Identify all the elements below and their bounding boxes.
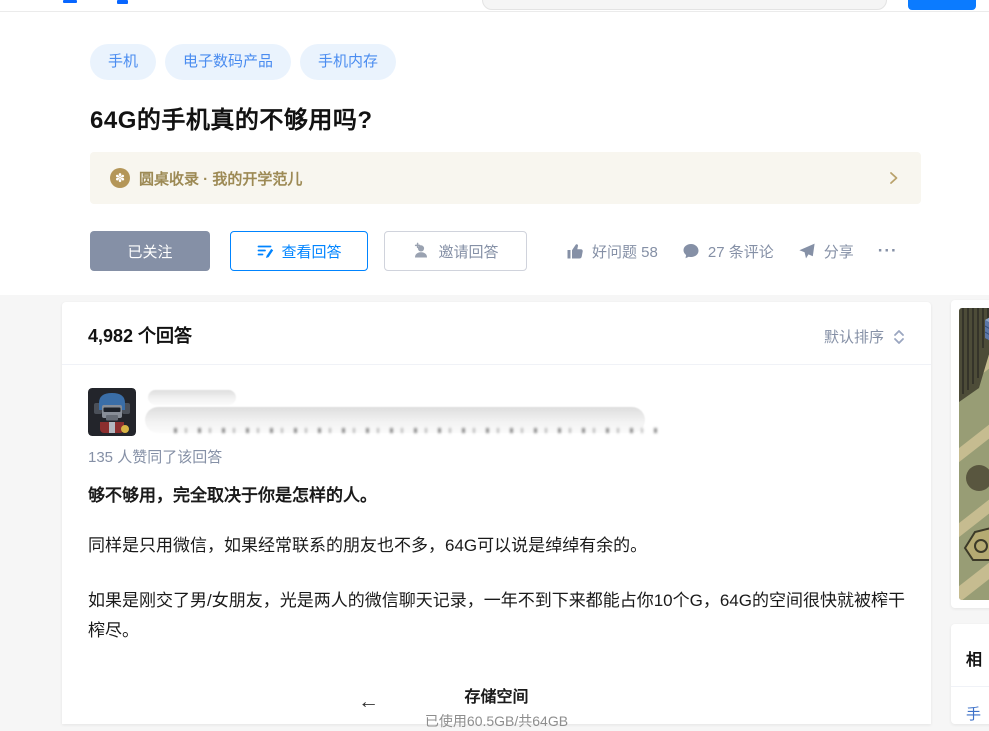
topic-tags: 手机 电子数码产品 手机内存 [90,44,396,80]
back-arrow-icon: ← [358,690,379,714]
comment-bubble-icon [682,242,700,260]
thumb-up-icon [565,242,584,261]
sort-arrows-icon [893,329,905,345]
good-question-label: 好问题 58 [592,241,658,262]
answer-paragraph-2: 如果是刚交了男/女朋友，光是两人的微信聊天记录，一年不到下来都能占你10个G，6… [88,586,906,646]
comments-button[interactable]: 27 条评论 [682,241,774,262]
search-input[interactable] [482,0,887,10]
chevron-right-icon [888,171,901,185]
related-questions-title: 相 [966,646,982,670]
storage-screen-title: 存储空间 [62,683,931,707]
roundtable-banner[interactable]: ✽ 圆桌收录 · 我的开学范儿 [90,152,921,204]
answer-paragraph-1: 同样是只用微信，如果经常联系的朋友也不多，64G可以说是绰绰有余的。 [88,531,647,556]
followed-button[interactable]: 已关注 [90,231,210,271]
answer-lead-paragraph: 够不够用，完全取决于你是怎样的人。 [88,481,377,506]
related-question-link[interactable]: 手 [966,703,981,724]
sidebar-ad-image[interactable] [959,308,989,600]
sort-dropdown[interactable]: 默认排序 [824,326,905,347]
comments-label: 27 条评论 [708,241,774,262]
answer-pen-icon [256,242,274,260]
paper-plane-icon [798,242,816,260]
sidebar-ad-card [951,300,989,608]
topic-tag-phone[interactable]: 手机 [90,44,156,80]
invite-person-icon [412,242,431,260]
sort-label: 默认排序 [824,326,884,347]
roundtable-label: 圆桌收录 · 我的开学范儿 [139,168,302,189]
divider [62,364,931,365]
blurred-text-fragment [174,428,662,433]
author-name-redacted[interactable] [148,390,236,405]
question-title: 64G的手机真的不够用吗? [90,100,373,135]
good-question-button[interactable]: 好问题 58 [565,241,658,262]
zhihu-logo-icon[interactable] [63,0,77,3]
answers-card: 4,982 个回答 默认排序 135 人赞同了该回答 够不够用，完全取决于你是怎… [62,302,931,724]
avatar[interactable] [88,388,136,436]
divider [951,686,989,687]
topic-tag-digital-products[interactable]: 电子数码产品 [165,44,291,80]
header-primary-button[interactable] [908,0,976,10]
roundtable-icon: ✽ [110,168,130,188]
zhihu-logo-icon[interactable] [117,0,128,4]
share-button[interactable]: 分享 [798,241,854,262]
related-questions-card: 相 手 [951,624,989,724]
invite-answer-button[interactable]: 邀请回答 [384,231,527,271]
answer-count: 4,982 个回答 [88,322,192,348]
question-actions: 已关注 查看回答 邀请回答 好问题 58 27 条评论 分享 ··· [90,231,898,271]
view-answers-label: 查看回答 [281,241,341,262]
share-label: 分享 [824,241,854,262]
topic-tag-phone-storage[interactable]: 手机内存 [300,44,396,80]
invite-answer-label: 邀请回答 [438,241,498,262]
more-options-button[interactable]: ··· [878,241,898,261]
storage-usage-text: 已使用60.5GB/共64GB [62,711,931,731]
view-answers-button[interactable]: 查看回答 [230,231,368,271]
upvote-note: 135 人赞同了该回答 [88,446,222,467]
